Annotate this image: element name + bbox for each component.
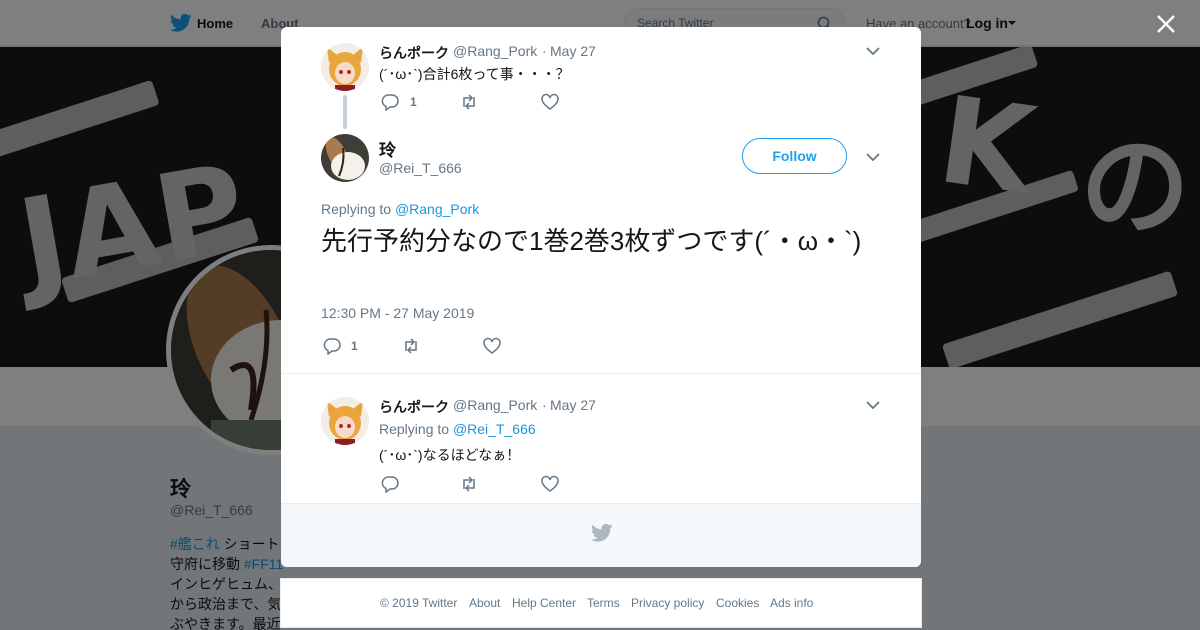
separator-dot: · bbox=[542, 43, 547, 59]
tweet-text: (´･ω･`)合計6枚って事・・・？ bbox=[379, 66, 570, 82]
tweet-thread: らんポーク @Rang_Pork · May 27 (´･ω･`)合計6枚って事… bbox=[281, 27, 921, 503]
retweet-icon[interactable] bbox=[460, 93, 478, 111]
tweet-timestamp[interactable]: 12:30 PM - 27 May 2019 bbox=[321, 305, 474, 321]
tweet-author-name[interactable]: 玲 bbox=[379, 136, 396, 161]
avatar[interactable] bbox=[321, 43, 369, 91]
tweet-text: 先行予約分なので1巻2巻3枚ずつです(´・ω・`) bbox=[321, 226, 862, 256]
twitter-bird-icon bbox=[591, 523, 613, 542]
tweet-date[interactable]: May 27 bbox=[550, 43, 596, 59]
replying-label-text: Replying to bbox=[321, 201, 392, 217]
tweet-author-name[interactable]: らんポーク bbox=[379, 397, 449, 417]
footer-link-help-center[interactable]: Help Center bbox=[512, 596, 576, 610]
like-icon[interactable] bbox=[541, 93, 559, 111]
close-icon[interactable] bbox=[1155, 13, 1177, 35]
retweet-icon[interactable] bbox=[402, 337, 420, 355]
thread-connector bbox=[343, 95, 347, 129]
replying-to-label: Replying to @Rei_T_666 bbox=[379, 421, 536, 437]
modal-footer bbox=[281, 503, 921, 567]
tweet-author-name[interactable]: らんポーク bbox=[379, 43, 449, 63]
chevron-down-icon[interactable] bbox=[866, 400, 880, 410]
like-icon[interactable] bbox=[541, 475, 559, 493]
replying-to-label: Replying to @Rang_Pork bbox=[321, 201, 479, 217]
tweet-author-handle[interactable]: @Rang_Pork bbox=[453, 397, 537, 413]
tweet-date[interactable]: May 27 bbox=[550, 397, 596, 413]
footer-copyright: © 2019 Twitter bbox=[380, 596, 458, 610]
chevron-down-icon[interactable] bbox=[866, 46, 880, 56]
footer-link-terms[interactable]: Terms bbox=[587, 596, 620, 610]
divider bbox=[281, 373, 921, 374]
tweet-author-handle[interactable]: @Rei_T_666 bbox=[379, 160, 462, 176]
avatar[interactable] bbox=[321, 397, 369, 445]
mention-link[interactable]: @Rei_T_666 bbox=[453, 421, 536, 437]
replying-label-text: Replying to bbox=[379, 421, 450, 437]
site-footer: © 2019 Twitter About Help Center Terms P… bbox=[280, 578, 922, 628]
mention-link[interactable]: @Rang_Pork bbox=[395, 201, 479, 217]
tweet-modal: らんポーク @Rang_Pork · May 27 (´･ω･`)合計6枚って事… bbox=[281, 27, 921, 567]
reply-count: 1 bbox=[351, 339, 358, 353]
retweet-icon[interactable] bbox=[460, 475, 478, 493]
follow-button[interactable]: Follow bbox=[742, 138, 847, 174]
tweet-text: (´･ω･`)なるほどなぁ！ bbox=[379, 447, 521, 463]
tweet-author-handle[interactable]: @Rang_Pork bbox=[453, 43, 537, 59]
reply-icon[interactable] bbox=[381, 475, 399, 493]
reply-count: 1 bbox=[410, 95, 417, 109]
reply-icon[interactable] bbox=[323, 337, 341, 355]
chevron-down-icon[interactable] bbox=[866, 152, 880, 162]
footer-link-ads-info[interactable]: Ads info bbox=[770, 596, 813, 610]
footer-link-privacy[interactable]: Privacy policy bbox=[631, 596, 704, 610]
like-icon[interactable] bbox=[483, 337, 501, 355]
separator-dot: · bbox=[542, 397, 547, 413]
footer-link-about[interactable]: About bbox=[469, 596, 500, 610]
footer-link-cookies[interactable]: Cookies bbox=[716, 596, 759, 610]
reply-icon[interactable] bbox=[381, 93, 399, 111]
avatar[interactable] bbox=[321, 134, 369, 182]
